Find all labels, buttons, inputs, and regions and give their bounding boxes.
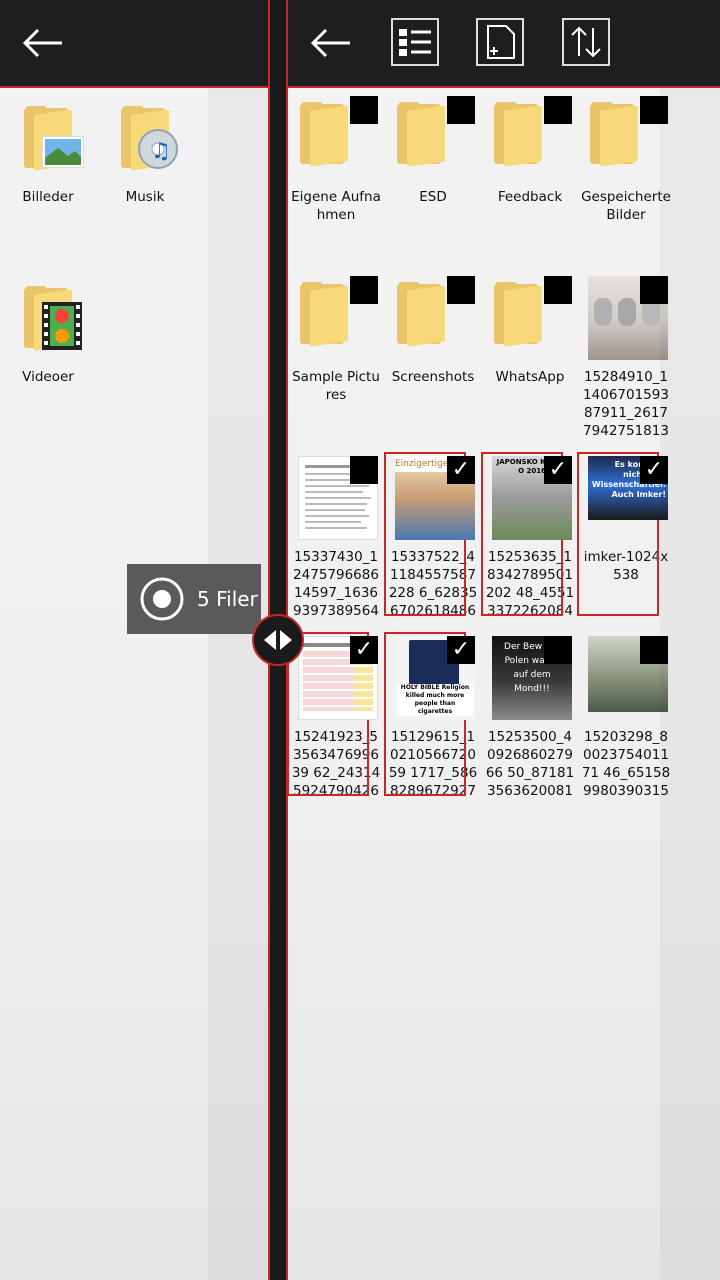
- image-item[interactable]: ✓ 15241923_5356347699639 62_243145924790…: [288, 632, 381, 800]
- folder-item[interactable]: Screenshots: [388, 276, 478, 386]
- item-label: 15253635_18342789501202 48_4551337226208…: [485, 549, 575, 619]
- svg-text:♫: ♫: [151, 139, 171, 164]
- select-checkbox[interactable]: [544, 636, 572, 664]
- resize-arrows-icon: [264, 630, 292, 650]
- folder-label: Musik: [125, 189, 165, 205]
- videos-folder-icon: [6, 282, 90, 366]
- folder-item[interactable]: Eigene Aufnahmen: [291, 96, 381, 224]
- item-label: Feedback: [497, 189, 563, 205]
- folder-label: Billeder: [22, 189, 74, 205]
- folder-item[interactable]: Sample Pictures: [291, 276, 381, 404]
- select-checkbox[interactable]: ✓: [350, 636, 378, 664]
- select-checkbox[interactable]: [640, 636, 668, 664]
- image-item[interactable]: 15337430_1247579668614597_16369397389564…: [291, 456, 381, 620]
- item-label: Eigene Aufnahmen: [291, 189, 381, 223]
- item-label: 15337522_41184557587228 6_62835670261848…: [388, 549, 478, 619]
- left-toolbar: [0, 0, 268, 88]
- select-checkbox[interactable]: ✓: [447, 636, 475, 664]
- folder-item[interactable]: Gespeicherte Bilder: [581, 96, 671, 224]
- select-checkbox[interactable]: [447, 276, 475, 304]
- folder-item-music[interactable]: ♫ Musik: [100, 102, 190, 206]
- image-item[interactable]: Der Bew Die Polen waren auf dem Mond!!! …: [485, 636, 575, 800]
- list-view-button[interactable]: [391, 18, 439, 66]
- selection-toast[interactable]: 5 Filer: [127, 564, 261, 634]
- new-file-button[interactable]: [476, 18, 524, 66]
- item-label: Screenshots: [391, 369, 475, 385]
- select-checkbox[interactable]: [350, 456, 378, 484]
- item-label: 15203298_8002375401171 46_65158998039031…: [581, 729, 671, 799]
- item-label: 15284910_1140670159387911_26177942751813…: [583, 369, 669, 439]
- sort-button[interactable]: [562, 18, 610, 66]
- back-button[interactable]: [19, 19, 67, 67]
- select-checkbox[interactable]: ✓: [447, 456, 475, 484]
- folder-item-pictures[interactable]: Billeder: [3, 102, 93, 206]
- select-checkbox[interactable]: [640, 96, 668, 124]
- folder-icon: [584, 96, 668, 180]
- right-toolbar: [288, 0, 720, 88]
- select-checkbox[interactable]: [544, 276, 572, 304]
- folder-item[interactable]: Feedback: [485, 96, 575, 206]
- item-label: 15337430_1247579668614597_16369397389564…: [293, 549, 379, 619]
- select-checkbox[interactable]: ✓: [640, 456, 668, 484]
- folder-icon: [294, 96, 378, 180]
- image-item[interactable]: 15203298_8002375401171 46_65158998039031…: [581, 636, 671, 800]
- record-icon: [140, 577, 184, 621]
- select-checkbox[interactable]: [350, 276, 378, 304]
- right-pane: Eigene Aufnahmen ESD Feedback Gespeicher…: [288, 0, 720, 1280]
- folder-item[interactable]: WhatsApp: [485, 276, 575, 386]
- select-checkbox[interactable]: [544, 96, 572, 124]
- folder-icon: [391, 276, 475, 360]
- arrow-left-icon: [22, 28, 62, 58]
- select-checkbox[interactable]: ✓: [544, 456, 572, 484]
- music-folder-icon: ♫: [103, 102, 187, 186]
- folder-icon: [488, 96, 572, 180]
- sort-arrows-icon: [571, 26, 601, 58]
- item-label: 15241923_5356347699639 62_24314592479042…: [291, 729, 381, 799]
- folder-label: Videoer: [22, 369, 74, 385]
- item-label: WhatsApp: [495, 369, 565, 385]
- thumbnail-caption: HOLY BIBLE Religion killed much more peo…: [397, 684, 473, 716]
- item-label: imker-1024x538: [583, 549, 669, 583]
- select-checkbox[interactable]: [447, 96, 475, 124]
- image-item[interactable]: Es kommen nicht m... Wissenschaftler. Au…: [577, 452, 671, 616]
- item-label: ESD: [419, 189, 447, 205]
- select-checkbox[interactable]: [350, 96, 378, 124]
- folder-icon: [294, 276, 378, 360]
- image-item[interactable]: 15284910_1140670159387911_26177942751813…: [581, 276, 671, 440]
- new-document-icon: [487, 25, 515, 59]
- arrow-left-icon: [310, 28, 350, 58]
- image-item[interactable]: JAPONSKO KOSOVO 2016 ✓ 15253635_18342789…: [481, 452, 575, 620]
- left-pane: Billeder ♫ Musik Videoer: [0, 0, 268, 1280]
- folder-icon: [488, 276, 572, 360]
- selected-count: 5 Filer: [197, 587, 258, 611]
- item-label: Sample Pictures: [292, 369, 380, 403]
- item-label: 15253500_4092686027966 50_87181356362008…: [485, 729, 575, 799]
- resize-handle[interactable]: [252, 614, 304, 666]
- list-icon: [399, 29, 431, 56]
- back-button[interactable]: [307, 19, 355, 67]
- folder-item[interactable]: ESD: [388, 96, 478, 206]
- folder-icon: [391, 96, 475, 180]
- folder-item-videos[interactable]: Videoer: [3, 282, 93, 386]
- image-item[interactable]: HOLY BIBLE Religion killed much more peo…: [384, 632, 478, 800]
- image-item[interactable]: Einzigertige Aufna ✓ 15337522_4118455758…: [384, 452, 478, 620]
- select-checkbox[interactable]: [640, 276, 668, 304]
- pictures-folder-icon: [6, 102, 90, 186]
- item-label: 15129615_1021056672059 1717_586828967292…: [388, 729, 478, 799]
- item-label: Gespeicherte Bilder: [581, 189, 671, 223]
